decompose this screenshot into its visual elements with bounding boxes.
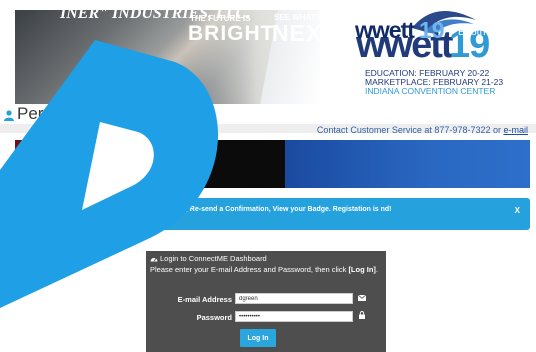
login-instructions-end: .: [375, 265, 379, 274]
ad-wwett-year: 19: [419, 17, 445, 43]
envelope-icon: [358, 295, 366, 301]
password-field[interactable]: [235, 311, 353, 322]
login-title-text: Login to ConnectME Dashboard: [160, 254, 267, 263]
ad-sponsor-left: [15, 140, 193, 188]
login-button[interactable]: Log In: [240, 329, 276, 347]
contact-email-link[interactable]: e-mail: [503, 125, 528, 135]
alert-message: d From do the following: Review your Rec…: [35, 206, 392, 213]
ad-next-text: NEXT: [272, 20, 338, 46]
login-title: Login to ConnectME Dashboard: [150, 254, 267, 263]
contact-customer-service: Contact Customer Service at 877-978-7322…: [317, 125, 528, 135]
ad-booth-number: Booth #3425: [458, 26, 518, 38]
email-field[interactable]: [235, 293, 353, 304]
ad-wwett-logo: wwett: [355, 17, 415, 43]
login-instructions-text: Please enter your E-mail Address and Pas…: [150, 265, 349, 274]
ad-bright-text: BRIGHT: [188, 22, 275, 45]
login-panel: Login to ConnectME Dashboard Please ente…: [146, 251, 386, 352]
email-label: E-mail Address: [177, 295, 232, 304]
contact-text: Contact Customer Service at 877-978-7322…: [316, 125, 504, 135]
sponsor-ad-banner[interactable]: [15, 140, 530, 188]
page-title: Personal Information: [17, 104, 174, 123]
alert-close-button[interactable]: X: [515, 206, 520, 215]
info-alert: d From do the following: Review your Rec…: [15, 198, 530, 230]
login-instructions: Please enter your E-mail Address and Pas…: [150, 265, 382, 275]
ad-wwett-panel: [285, 140, 530, 188]
banner-venue: INDIANA CONVENTION CENTER: [365, 86, 496, 96]
ad-future-panel: [193, 140, 285, 188]
lock-icon: [359, 311, 365, 319]
dashboard-icon: [150, 258, 158, 262]
password-label: Password: [196, 313, 232, 322]
login-instructions-action: [Log In]: [348, 265, 376, 274]
user-icon: [4, 110, 14, 121]
